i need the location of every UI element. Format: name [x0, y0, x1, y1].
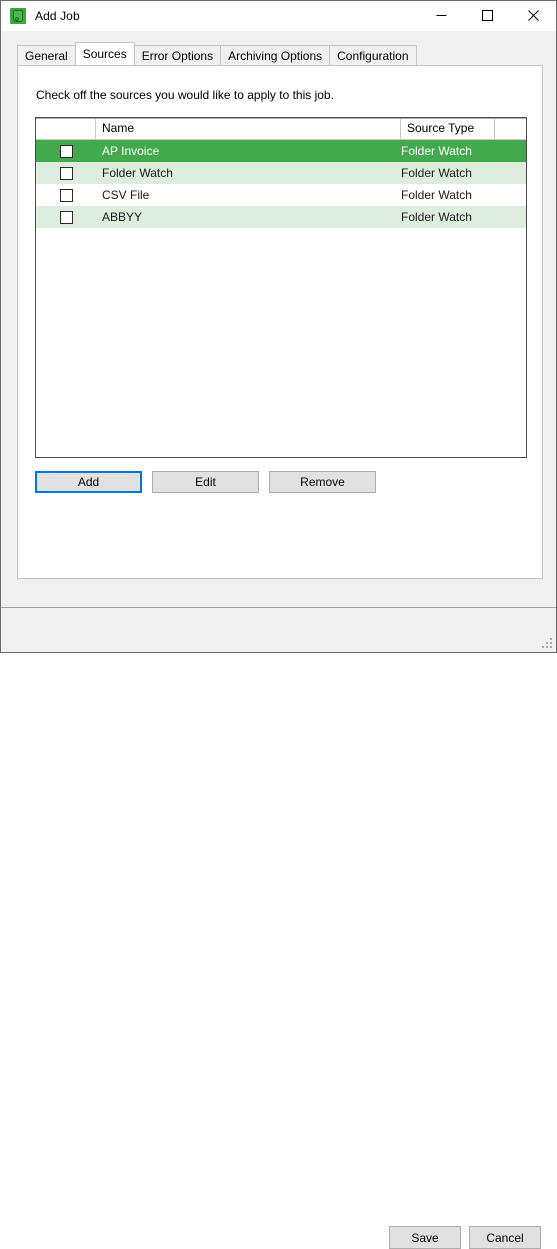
column-header-name[interactable]: Name: [96, 118, 401, 139]
sources-tab-panel: Check off the sources you would like to …: [17, 65, 543, 579]
minimize-button[interactable]: [418, 1, 464, 30]
row-checkbox-cell[interactable]: [36, 144, 96, 158]
cancel-button[interactable]: Cancel: [469, 1226, 541, 1249]
instruction-text: Check off the sources you would like to …: [36, 88, 334, 102]
window-title: Add Job: [35, 9, 80, 23]
row-name: CSV File: [102, 188, 150, 202]
row-source-type: Folder Watch: [401, 210, 472, 224]
save-button[interactable]: Save: [389, 1226, 461, 1249]
tab-configuration[interactable]: Configuration: [329, 45, 417, 65]
title-bar: Add Job: [1, 1, 556, 31]
table-row[interactable]: AP Invoice Folder Watch: [36, 140, 526, 162]
tab-error-options[interactable]: Error Options: [133, 45, 222, 65]
checkbox-icon[interactable]: [59, 166, 73, 180]
footer-bar: Save Cancel: [1, 608, 556, 1249]
resize-grip[interactable]: [542, 638, 553, 649]
tab-general[interactable]: General: [17, 45, 76, 65]
maximize-icon: [481, 10, 493, 21]
checkbox-icon[interactable]: [59, 210, 73, 224]
minimize-icon: [436, 15, 446, 16]
table-row[interactable]: Folder Watch Folder Watch: [36, 162, 526, 184]
column-header-check[interactable]: [36, 118, 96, 139]
column-header-source-type[interactable]: Source Type: [401, 118, 495, 139]
tab-strip: General Sources Error Options Archiving …: [17, 42, 417, 65]
row-checkbox-cell[interactable]: [36, 166, 96, 180]
row-source-type: Folder Watch: [401, 166, 472, 180]
edit-button[interactable]: Edit: [152, 471, 259, 493]
row-name: ABBYY: [102, 210, 143, 224]
app-icon: [10, 8, 26, 24]
maximize-button[interactable]: [464, 1, 510, 30]
sources-list[interactable]: Name Source Type AP Invoice Folder Watch…: [35, 117, 527, 458]
row-source-type: Folder Watch: [401, 144, 472, 158]
remove-button[interactable]: Remove: [269, 471, 376, 493]
add-button[interactable]: Add: [35, 471, 142, 493]
row-checkbox-cell[interactable]: [36, 188, 96, 202]
column-header-extra[interactable]: [495, 118, 526, 139]
row-name: AP Invoice: [102, 144, 160, 158]
row-name: Folder Watch: [102, 166, 173, 180]
checkbox-icon[interactable]: [59, 144, 73, 158]
table-row[interactable]: CSV File Folder Watch: [36, 184, 526, 206]
table-row[interactable]: ABBYY Folder Watch: [36, 206, 526, 228]
row-checkbox-cell[interactable]: [36, 210, 96, 224]
tab-archiving-options[interactable]: Archiving Options: [220, 45, 331, 65]
row-source-type: Folder Watch: [401, 188, 472, 202]
add-job-dialog: Add Job General Sources Error Options Ar…: [0, 0, 557, 1249]
checkbox-icon[interactable]: [59, 188, 73, 202]
close-icon: [527, 10, 539, 21]
close-button[interactable]: [510, 1, 556, 30]
tab-sources[interactable]: Sources: [74, 42, 135, 65]
list-header-row: Name Source Type: [36, 118, 526, 140]
